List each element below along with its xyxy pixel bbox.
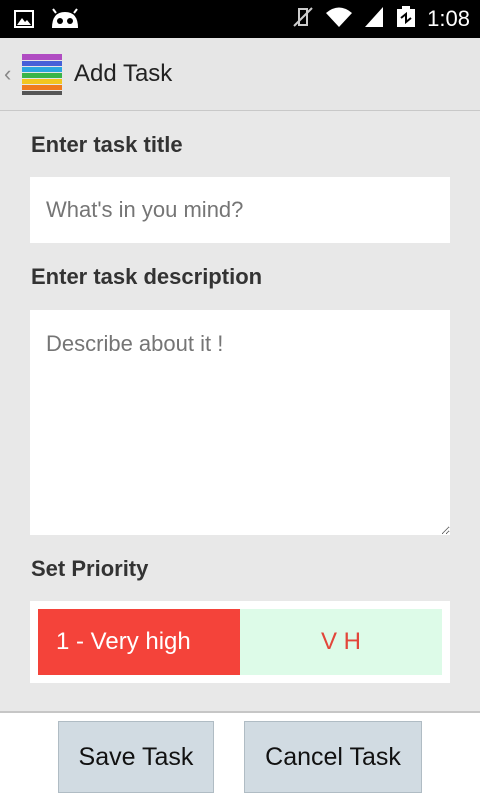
priority-selected-value[interactable]: 1 - Very high xyxy=(38,609,240,675)
page-title: Add Task xyxy=(74,60,173,87)
image-icon xyxy=(14,9,34,34)
task-description-label: Enter task description xyxy=(31,264,263,289)
status-bar: 1:08 xyxy=(0,0,480,38)
signal-icon xyxy=(363,5,385,34)
bottom-button-bar: Save Task Cancel Task xyxy=(0,711,480,800)
battery-icon xyxy=(395,5,417,34)
chevron-left-icon[interactable]: ‹ xyxy=(4,61,18,87)
add-task-form: Enter task title Enter task description … xyxy=(0,111,480,711)
priority-label: Set Priority xyxy=(31,556,149,581)
task-description-input[interactable] xyxy=(30,310,450,535)
clock-time: 1:08 xyxy=(427,6,470,31)
priority-selector[interactable]: 1 - Very high V H xyxy=(30,601,450,683)
task-title-label: Enter task title xyxy=(31,132,183,157)
android-icon xyxy=(50,8,80,35)
wifi-icon xyxy=(325,5,353,34)
task-title-input[interactable] xyxy=(30,177,450,243)
cancel-task-button[interactable]: Cancel Task xyxy=(244,721,422,793)
action-bar: ‹ Add Task xyxy=(0,38,480,111)
task-stack-icon[interactable] xyxy=(20,52,64,96)
priority-code-badge: V H xyxy=(240,609,442,675)
save-task-button[interactable]: Save Task xyxy=(58,721,214,793)
mute-icon xyxy=(291,5,315,34)
